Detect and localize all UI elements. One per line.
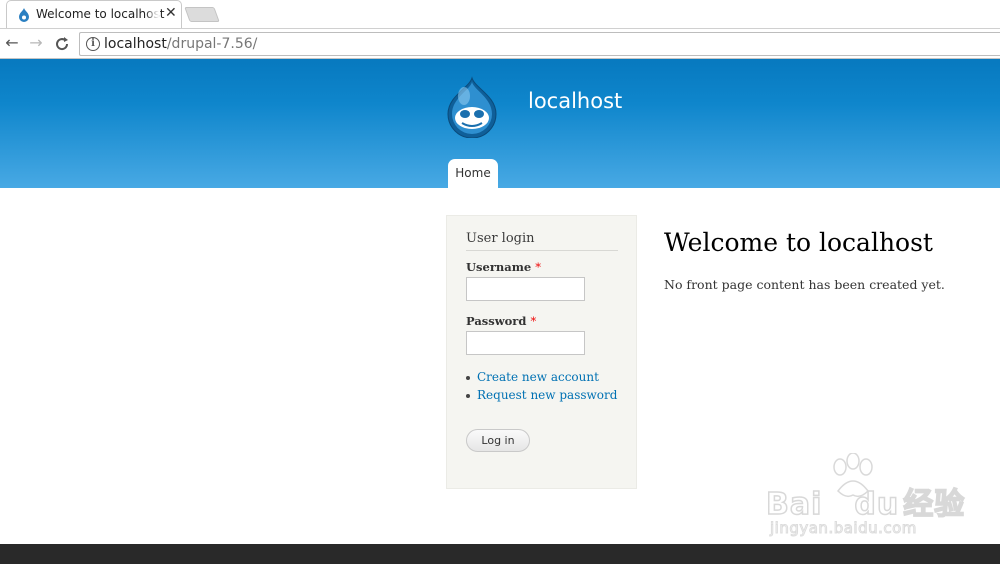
login-links: Create new account Request new password — [466, 370, 617, 405]
username-field[interactable] — [466, 277, 585, 301]
password-label: Password * — [466, 314, 537, 328]
baidu-watermark: Bai du 经验 jingyan.baidu.com — [765, 453, 966, 543]
front-page-message: No front page content has been created y… — [664, 277, 945, 292]
watermark-brand: Bai du 经验 — [765, 486, 966, 523]
drupal-drop-icon — [19, 8, 29, 22]
address-bar[interactable]: i localhost/drupal-7.56/ — [79, 32, 1000, 56]
block-title: User login — [466, 231, 535, 246]
site-footer — [0, 544, 1000, 564]
password-field[interactable] — [466, 331, 585, 355]
browser-tab-bar: Welcome to localhost ✕ — [0, 0, 1000, 28]
required-marker: * — [535, 260, 541, 274]
request-password-link[interactable]: Request new password — [477, 388, 617, 402]
user-login-block: User login Username * Password * Create … — [446, 215, 637, 489]
watermark-url: jingyan.baidu.com — [770, 519, 917, 538]
menu-item-home[interactable]: Home — [448, 159, 498, 188]
info-icon[interactable]: i — [86, 37, 100, 51]
create-account-link[interactable]: Create new account — [477, 370, 599, 384]
back-arrow-icon[interactable]: ← — [3, 34, 21, 52]
forward-arrow-icon[interactable]: → — [27, 34, 45, 52]
username-label: Username * — [466, 260, 541, 274]
browser-tab[interactable]: Welcome to localhost ✕ — [6, 0, 182, 28]
drupal-logo-icon[interactable] — [444, 76, 500, 138]
list-item: Request new password — [466, 388, 617, 406]
reload-icon[interactable] — [53, 35, 71, 53]
new-tab-button[interactable] — [184, 7, 220, 22]
site-header: localhost Home — [0, 59, 1000, 188]
close-icon[interactable]: ✕ — [165, 5, 177, 21]
browser-toolbar: ← → i localhost/drupal-7.56/ — [0, 28, 1000, 59]
page-title: Welcome to localhost — [664, 228, 933, 257]
url-text: localhost/drupal-7.56/ — [104, 36, 258, 52]
required-marker: * — [530, 314, 537, 328]
login-button[interactable]: Log in — [466, 429, 530, 452]
site-name[interactable]: localhost — [528, 89, 622, 113]
divider — [466, 250, 618, 251]
list-item: Create new account — [466, 370, 617, 388]
